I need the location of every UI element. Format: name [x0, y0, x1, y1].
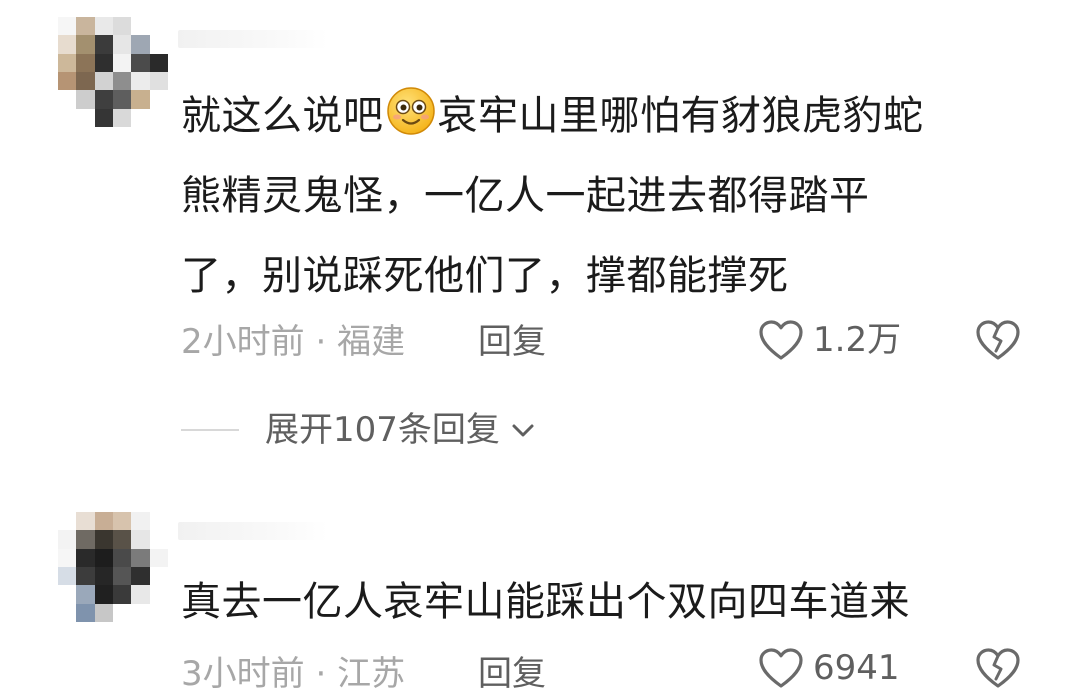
- comment-meta: 3小时前 · 江苏: [181, 652, 405, 696]
- avatar[interactable]: [58, 512, 168, 622]
- expand-replies-button[interactable]: 展开107条回复: [181, 406, 538, 454]
- username-blurred[interactable]: [178, 522, 328, 540]
- reply-button[interactable]: 回复: [478, 652, 546, 696]
- avatar[interactable]: [58, 17, 168, 127]
- comment-line-2: 熊精灵鬼怪，一亿人一起进去都得踏平: [181, 173, 870, 219]
- comment-line-1: 就这么说吧 哀牢山里哪怕有豺狼虎豹蛇: [181, 76, 1041, 156]
- expand-replies-label: 展开107条回复: [265, 410, 500, 450]
- dislike-button[interactable]: [974, 646, 1022, 690]
- dislike-button[interactable]: [974, 318, 1022, 362]
- meta-separator: ·: [315, 322, 327, 362]
- comment-text: 真去一亿人哀牢山能踩出个双向四车道来: [181, 562, 1041, 642]
- divider-line: [181, 429, 239, 431]
- like-count: 1.2万: [813, 320, 902, 360]
- comment-meta: 2小时前 · 福建: [181, 320, 405, 364]
- username-blurred[interactable]: [178, 30, 328, 48]
- heart-outline-icon: [759, 320, 803, 360]
- like-count: 6941: [813, 648, 900, 688]
- comment-line-1: 真去一亿人哀牢山能踩出个双向四车道来: [181, 579, 910, 625]
- timestamp: 3小时前: [181, 654, 305, 694]
- location: 江苏: [337, 654, 406, 694]
- reply-button[interactable]: 回复: [478, 320, 546, 364]
- meta-separator: ·: [315, 654, 327, 694]
- broken-heart-icon: [976, 320, 1020, 360]
- heart-outline-icon: [759, 648, 803, 688]
- like-button[interactable]: 1.2万: [757, 318, 901, 362]
- broken-heart-icon: [976, 648, 1020, 688]
- like-button[interactable]: 6941: [757, 646, 900, 690]
- comment-text: 就这么说吧 哀牢山里哪怕有豺狼虎豹蛇 熊精灵鬼怪，一亿人一起进去都得踏平 了，别…: [181, 76, 1041, 316]
- comment-line-3: 了，别说踩死他们了，撑都能撑死: [181, 253, 789, 299]
- chevron-down-icon: [512, 424, 534, 437]
- location: 福建: [337, 322, 406, 362]
- smile-emoji-icon: [386, 87, 435, 135]
- timestamp: 2小时前: [181, 322, 305, 362]
